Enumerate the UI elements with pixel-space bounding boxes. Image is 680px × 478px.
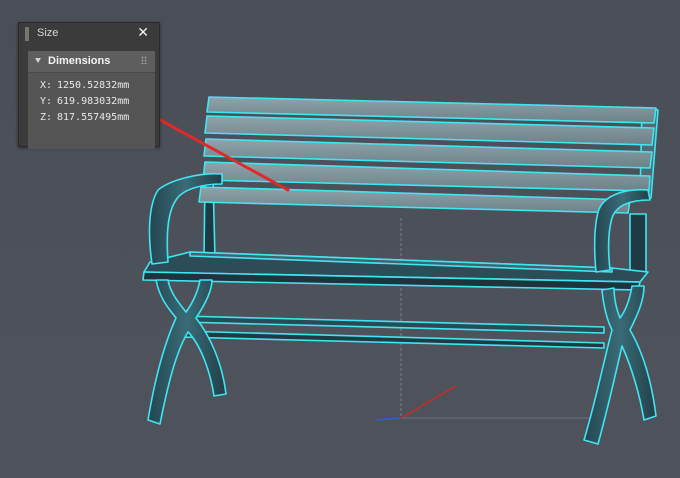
size-panel: Size ✕ Dimensions X: 1250.52832mm Y: 619.9… — [18, 22, 160, 149]
axis-label: X: — [40, 80, 53, 91]
dimension-row-x: X: 1250.52832mm — [40, 80, 155, 91]
dimension-value: 1250.52832mm — [57, 80, 130, 91]
grip-icon[interactable] — [25, 27, 29, 41]
section-title: Dimensions — [48, 55, 111, 67]
gizmo-x-axis[interactable] — [400, 385, 457, 419]
pivot-gizmo[interactable] — [375, 218, 600, 421]
gizmo-z-axis[interactable] — [375, 417, 402, 421]
close-icon[interactable]: ✕ — [137, 25, 149, 41]
axis-label: Y: — [40, 96, 53, 107]
left-leg-front — [147, 279, 227, 425]
panel-header[interactable]: Size ✕ — [19, 23, 159, 45]
dimension-row-y: Y: 619.983032mm — [40, 96, 155, 107]
right-back-support — [629, 213, 647, 273]
dimensions-section: Dimensions X: 1250.52832mm Y: 619.983032mm… — [28, 51, 155, 149]
dimension-value: 817.557495mm — [57, 112, 130, 123]
bench-model[interactable] — [142, 96, 659, 445]
front-stretcher-2 — [179, 330, 605, 349]
panel-title: Size — [37, 27, 59, 39]
grip-icon[interactable] — [141, 56, 147, 64]
dimensions-header[interactable]: Dimensions — [28, 51, 155, 73]
front-stretcher — [181, 315, 605, 334]
right-leg — [583, 285, 657, 445]
dimension-row-z: Z: 817.557495mm — [40, 112, 155, 123]
collapse-triangle-icon[interactable] — [35, 58, 41, 63]
back-slat-5 — [198, 186, 631, 214]
axis-label: Z: — [40, 112, 53, 123]
dimension-value: 619.983032mm — [57, 96, 130, 107]
